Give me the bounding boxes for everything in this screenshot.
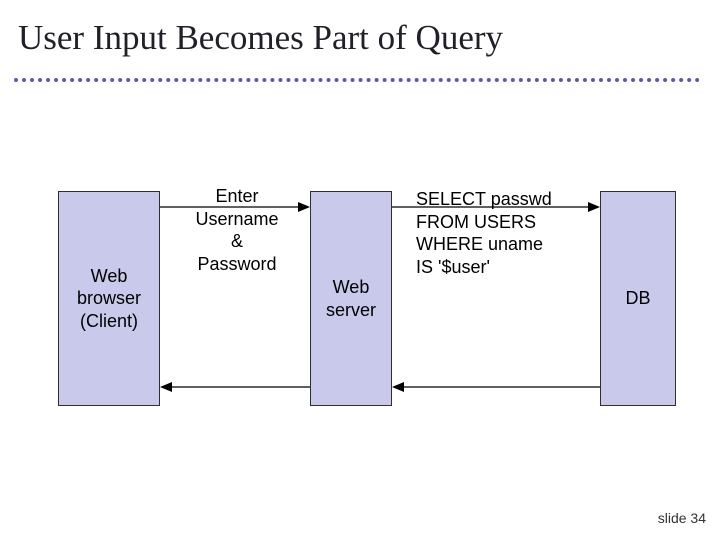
- slide-title: User Input Becomes Part of Query: [18, 18, 503, 58]
- arrow-server-to-client-icon: [160, 380, 310, 394]
- db-box: DB: [600, 191, 676, 406]
- arrow-db-to-server-icon: [392, 380, 600, 394]
- enter-label: Enter Username & Password: [182, 185, 292, 275]
- webserver-box: Web server: [310, 191, 392, 406]
- client-box-label: Web browser (Client): [77, 265, 141, 333]
- client-box: Web browser (Client): [58, 191, 160, 406]
- title-rule: [14, 78, 700, 82]
- slide: User Input Becomes Part of Query Web bro…: [0, 0, 720, 540]
- slide-number: slide 34: [658, 510, 706, 526]
- webserver-box-label: Web server: [326, 276, 376, 321]
- arrow-client-to-server-icon: [160, 200, 310, 214]
- db-box-label: DB: [625, 287, 650, 310]
- arrow-server-to-db-icon: [392, 200, 600, 214]
